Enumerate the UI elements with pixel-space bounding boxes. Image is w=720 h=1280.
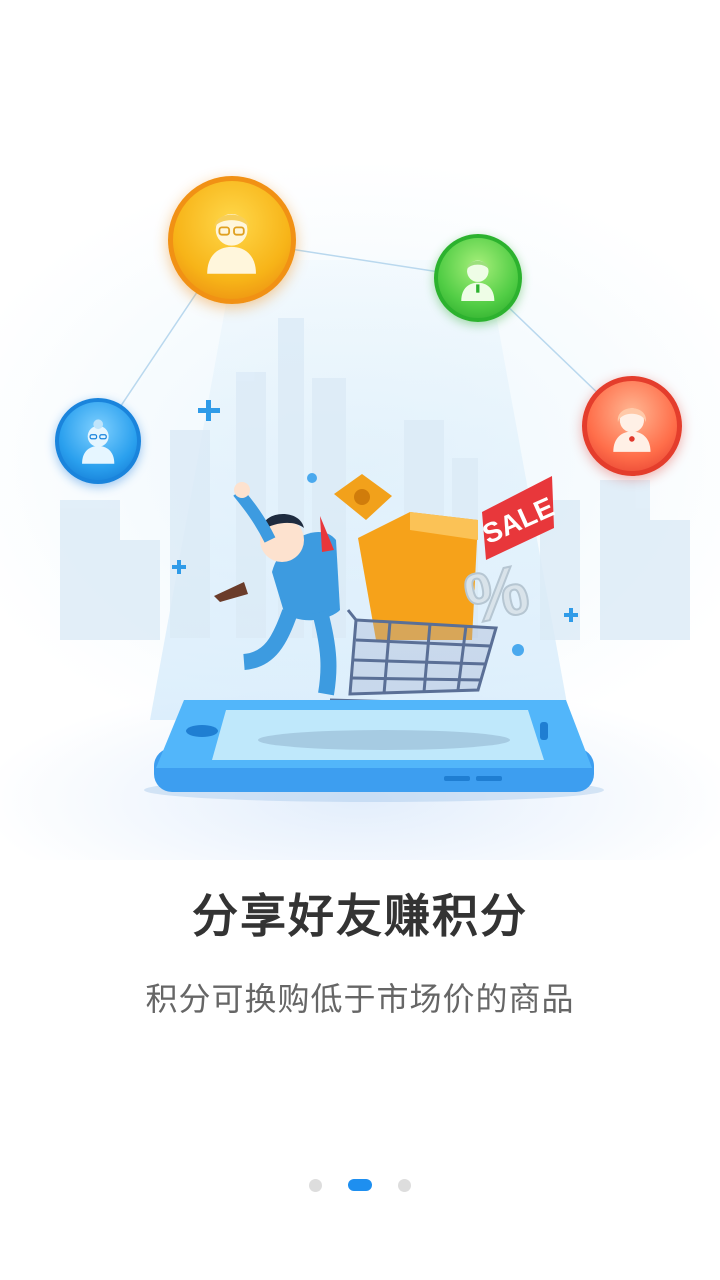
onboarding-subtitle: 积分可换购低于市场价的商品: [145, 980, 575, 1018]
avatar-orange: [168, 176, 296, 304]
page-indicator: [0, 1178, 720, 1192]
user-icon: [81, 419, 115, 464]
user-icon: [461, 260, 495, 302]
page-dot-2-active[interactable]: [348, 1179, 372, 1191]
phone-device: [144, 700, 604, 802]
onboarding-text-block: 分享好友赚积分 积分可换购低于市场价的商品: [0, 880, 720, 1020]
onboarding-headline: 分享好友赚积分: [192, 889, 528, 943]
avatar-red: [582, 376, 682, 476]
avatar-blue: [55, 398, 141, 484]
user-icon: [207, 214, 257, 275]
page-dot-1[interactable]: [309, 1178, 322, 1192]
page-dot-3[interactable]: [398, 1178, 411, 1192]
user-icon: [613, 408, 651, 453]
avatar-green: [434, 234, 522, 322]
